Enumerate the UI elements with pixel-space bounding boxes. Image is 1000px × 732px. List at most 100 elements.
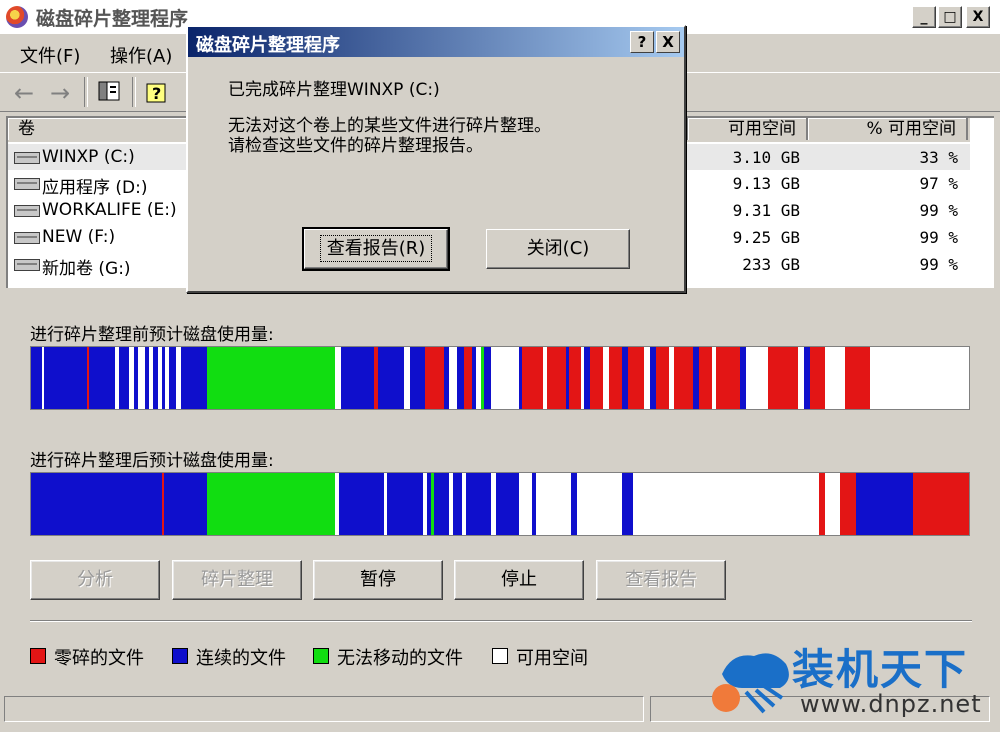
after-usage-label: 进行碎片整理后预计磁盘使用量: — [30, 451, 274, 471]
brand-logo-icon — [702, 640, 792, 720]
usage-segment-contiguous — [387, 473, 424, 535]
divider — [30, 620, 972, 622]
stop-button[interactable]: 停止 — [454, 560, 584, 600]
usage-segment-fragmented — [464, 347, 472, 409]
volume-pct: 33 % — [919, 148, 958, 167]
before-usage-label: 进行碎片整理前预计磁盘使用量: — [30, 325, 274, 345]
usage-segment-fragmented — [674, 347, 694, 409]
after-usage-bar — [30, 472, 970, 536]
volume-free: 9.13 GB — [732, 174, 800, 193]
usage-segment-fragmented — [424, 347, 444, 409]
help-icon[interactable]: ? — [146, 81, 168, 103]
usage-segment-free — [824, 473, 840, 535]
menu-action[interactable]: 操作(A) — [110, 42, 172, 68]
before-usage-bar — [30, 346, 970, 410]
column-free-space[interactable]: 可用空间 — [688, 118, 808, 140]
usage-segment-fragmented — [627, 347, 645, 409]
usage-segment-free — [490, 347, 519, 409]
volume-free: 9.25 GB — [732, 228, 800, 247]
usage-segment-unmovable — [207, 473, 335, 535]
defrag-app-icon — [6, 6, 28, 28]
pause-button[interactable]: 暂停 — [313, 560, 443, 600]
dialog-warning-line2: 请检查这些文件的碎片整理报告。 — [228, 136, 483, 156]
volume-pct: 99 % — [919, 228, 958, 247]
usage-segment-fragmented — [768, 347, 799, 409]
show-hide-console-icon[interactable] — [98, 81, 120, 101]
usage-segment-contiguous — [456, 347, 465, 409]
usage-segment-free — [869, 347, 969, 409]
brand-name: 装机天下 — [792, 645, 969, 694]
usage-segment-contiguous — [164, 473, 208, 535]
volume-pct: 99 % — [919, 201, 958, 220]
window-title: 磁盘碎片整理程序 — [36, 8, 189, 30]
toolbar-separator — [84, 77, 88, 107]
usage-segment-fragmented — [521, 347, 544, 409]
hard-drive-icon — [14, 178, 40, 190]
legend-free-label: 可用空间 — [516, 648, 588, 669]
toolbar-separator — [132, 77, 136, 107]
usage-segment-fragmented — [698, 347, 712, 409]
dialog-title: 磁盘碎片整理程序 — [196, 35, 340, 56]
volume-pct: 97 % — [919, 174, 958, 193]
usage-segment-contiguous — [119, 347, 129, 409]
legend-fragmented-label: 零碎的文件 — [54, 648, 144, 669]
usage-segment-free — [518, 473, 532, 535]
usage-segment-contiguous — [856, 473, 913, 535]
usage-segment-fragmented — [839, 473, 857, 535]
usage-segment-fragmented — [546, 347, 566, 409]
forward-arrow-icon[interactable]: → — [50, 79, 70, 107]
dialog-help-button[interactable]: ? — [630, 31, 654, 53]
usage-segment-contiguous — [31, 473, 163, 535]
back-arrow-icon[interactable]: ← — [14, 79, 34, 107]
usage-segment-unmovable — [207, 347, 335, 409]
usage-segment-contiguous — [409, 347, 425, 409]
usage-segment-fragmented — [845, 347, 870, 409]
usage-segment-fragmented — [715, 347, 741, 409]
dialog-view-report-button[interactable]: 查看报告(R) — [302, 227, 450, 271]
usage-segment-fragmented — [655, 347, 669, 409]
view-report-button[interactable]: 查看报告 — [596, 560, 726, 600]
usage-segment-contiguous — [181, 347, 208, 409]
analyze-button[interactable]: 分析 — [30, 560, 160, 600]
volume-free: 233 GB — [742, 255, 800, 274]
defrag-complete-dialog: 磁盘碎片整理程序 ? X 已完成碎片整理WINXP (C:) 无法对这个卷上的某… — [186, 25, 686, 293]
volume-name: NEW (F:) — [42, 227, 116, 247]
usage-segment-free — [449, 347, 457, 409]
brand-url: www.dnpz.net — [800, 690, 982, 718]
volume-name: 新加卷 (G:) — [42, 259, 131, 279]
volume-name: 应用程序 (D:) — [42, 178, 148, 198]
minimize-button[interactable]: _ — [912, 6, 936, 28]
dialog-close-button[interactable]: 关闭(C) — [486, 229, 630, 269]
usage-segment-fragmented — [912, 473, 969, 535]
hard-drive-icon — [14, 205, 40, 217]
volume-free: 3.10 GB — [732, 148, 800, 167]
volume-pct: 99 % — [919, 255, 958, 274]
usage-segment-free — [535, 473, 572, 535]
defragment-button[interactable]: 碎片整理 — [172, 560, 302, 600]
legend-contiguous-label: 连续的文件 — [196, 648, 286, 669]
usage-segment-free — [745, 347, 769, 409]
volume-free: 9.31 GB — [732, 201, 800, 220]
maximize-button[interactable]: □ — [938, 6, 962, 28]
usage-segment-fragmented — [590, 347, 604, 409]
usage-segment-free — [824, 347, 846, 409]
dialog-close-x-button[interactable]: X — [656, 31, 680, 53]
usage-segment-free — [576, 473, 622, 535]
column-pct-free[interactable]: % 可用空间 — [808, 118, 968, 140]
legend-unmovable-swatch — [313, 648, 329, 664]
usage-segment-free — [137, 347, 146, 409]
usage-segment-contiguous — [340, 347, 375, 409]
usage-segment-contiguous — [378, 347, 405, 409]
hard-drive-icon — [14, 152, 40, 164]
usage-segment-contiguous — [168, 347, 177, 409]
legend-unmovable-label: 无法移动的文件 — [337, 648, 463, 669]
menu-file[interactable]: 文件(F) — [20, 42, 80, 68]
status-cell — [4, 696, 644, 722]
close-button[interactable]: X — [966, 6, 990, 28]
hard-drive-icon — [14, 232, 40, 244]
usage-segment-contiguous — [466, 473, 491, 535]
usage-segment-free — [633, 473, 819, 535]
volume-name: WINXP (C:) — [42, 147, 135, 167]
dialog-complete-message: 已完成碎片整理WINXP (C:) — [228, 80, 440, 100]
legend-fragmented-swatch — [30, 648, 46, 664]
